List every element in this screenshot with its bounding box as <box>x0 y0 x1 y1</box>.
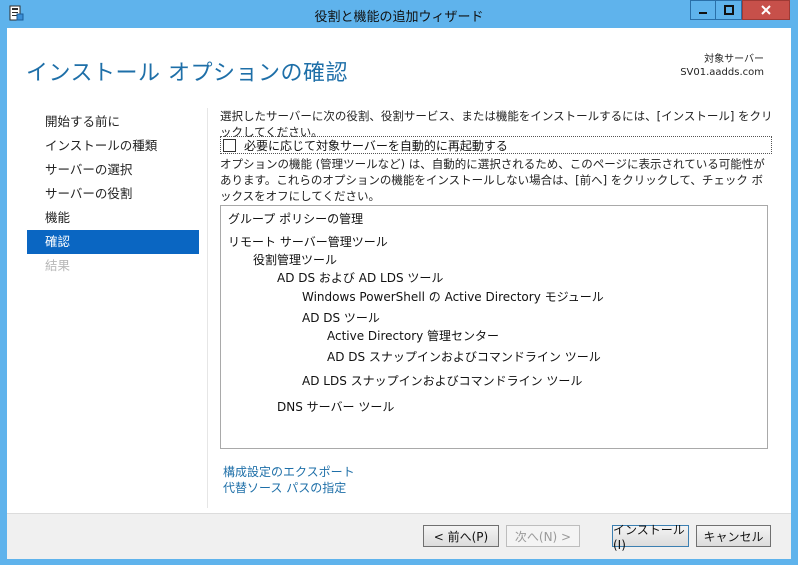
next-button: 次へ(N) > <box>506 525 580 547</box>
nav-item-results: 結果 <box>45 258 71 273</box>
maximize-icon <box>723 5 734 15</box>
nav-item-confirmation[interactable]: 確認 <box>27 230 199 254</box>
page-title: インストール オプションの確認 <box>26 61 349 86</box>
wizard-nav: 開始する前に インストールの種類 サーバーの選択 サーバーの役割 機能 確認 結… <box>27 110 199 278</box>
list-item: AD LDS スナップインおよびコマンドライン ツール <box>302 374 583 388</box>
restart-checkbox[interactable] <box>223 138 236 152</box>
list-item: AD DS スナップインおよびコマンドライン ツール <box>327 350 601 364</box>
alternate-source-link[interactable]: 代替ソース パスの指定 <box>223 480 355 496</box>
close-button[interactable] <box>742 0 790 20</box>
target-server-label: 対象サーバー <box>704 54 764 65</box>
minimize-button[interactable] <box>690 0 716 20</box>
nav-item-server-roles[interactable]: サーバーの役割 <box>27 182 199 206</box>
button-bar: < 前へ(P) 次へ(N) > インストール(I) キャンセル <box>7 513 791 559</box>
nav-item-installation-type[interactable]: インストールの種類 <box>27 134 199 158</box>
export-config-link[interactable]: 構成設定のエクスポート <box>223 464 355 480</box>
nav-item-before-you-begin[interactable]: 開始する前に <box>27 110 199 134</box>
install-button[interactable]: インストール(I) <box>612 523 689 552</box>
list-item: DNS サーバー ツール <box>277 400 395 414</box>
list-item: AD DS および AD LDS ツール <box>277 271 444 285</box>
title-bar[interactable]: 役割と機能の追加ウィザード <box>0 0 798 28</box>
close-icon <box>761 5 771 15</box>
list-item: 役割管理ツール <box>253 253 338 267</box>
wizard-links: 構成設定のエクスポート 代替ソース パスの指定 <box>223 464 355 496</box>
list-item: リモート サーバー管理ツール <box>228 235 388 249</box>
list-item: AD DS ツール <box>302 311 380 325</box>
minimize-icon <box>699 12 707 14</box>
window-title: 役割と機能の追加ウィザード <box>314 10 484 25</box>
previous-button[interactable]: < 前へ(P) <box>423 525 499 547</box>
wizard-window: 役割と機能の追加ウィザード インストール オプションの確認 対象サーバー SV0… <box>0 0 798 565</box>
list-item: Windows PowerShell の Active Directory モジ… <box>302 290 604 304</box>
restart-option[interactable]: 必要に応じて対象サーバーを自動的に再起動する <box>220 136 772 154</box>
list-item: Active Directory 管理センター <box>327 329 500 343</box>
nav-divider <box>207 108 208 508</box>
target-server-info: 対象サーバー SV01.aadds.com <box>680 53 764 79</box>
maximize-button[interactable] <box>716 0 742 20</box>
features-list[interactable]: グループ ポリシーの管理 リモート サーバー管理ツール 役割管理ツール AD D… <box>220 205 768 449</box>
restart-checkbox-label[interactable]: 必要に応じて対象サーバーを自動的に再起動する <box>244 137 508 154</box>
list-item: グループ ポリシーの管理 <box>228 212 364 226</box>
nav-item-features[interactable]: 機能 <box>27 206 199 230</box>
target-server-name: SV01.aadds.com <box>680 67 764 78</box>
optional-features-note: オプションの機能 (管理ツールなど) は、自動的に選択されるため、このページに表… <box>220 157 765 203</box>
nav-item-server-selection[interactable]: サーバーの選択 <box>27 158 199 182</box>
wizard-content: インストール オプションの確認 対象サーバー SV01.aadds.com 開始… <box>7 28 791 559</box>
cancel-button[interactable]: キャンセル <box>696 525 771 547</box>
